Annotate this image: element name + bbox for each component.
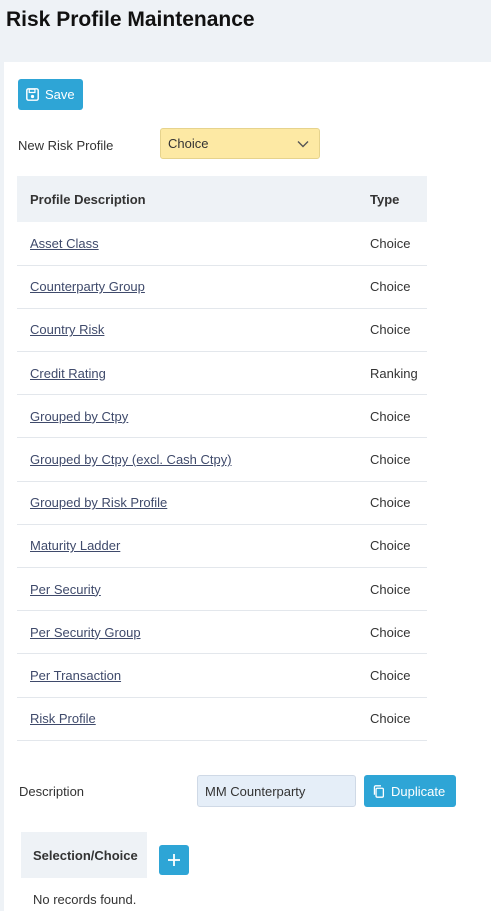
profile-type: Ranking [357,351,427,396]
page-title: Risk Profile Maintenance [6,8,255,31]
profile-type: Choice [357,653,427,698]
profile-type: Choice [357,697,427,741]
chevron-down-icon [297,141,309,148]
description-input[interactable] [197,775,356,807]
column-header-profile-description[interactable]: Profile Description [17,176,357,222]
profile-link[interactable]: Country Risk [30,322,104,337]
table-row: Risk Profile Choice [17,697,427,741]
save-button-label: Save [45,87,75,102]
profile-link[interactable]: Grouped by Ctpy [30,409,128,424]
profile-type: Choice [357,265,427,309]
table-row: Per Security Group Choice [17,610,427,655]
risk-profile-table: Profile Description Type Asset Class Cho… [17,176,427,741]
empty-message: No records found. [33,892,137,907]
profile-type: Choice [357,610,427,655]
profile-type: Choice [357,222,427,266]
profile-link[interactable]: Per Security [30,582,101,597]
save-button[interactable]: Save [18,79,83,110]
duplicate-button[interactable]: Duplicate [364,775,456,807]
table-row: Asset Class Choice [17,222,427,266]
profile-link[interactable]: Maturity Ladder [30,538,120,553]
description-label: Description [19,784,85,799]
profile-link[interactable]: Per Security Group [30,625,141,640]
new-risk-profile-select[interactable]: Choice [160,128,320,159]
profile-link[interactable]: Grouped by Risk Profile [30,495,167,510]
floppy-disk-icon [26,88,39,101]
add-selection-button[interactable] [159,845,189,875]
select-value: Choice [168,136,209,151]
table-row: Country Risk Choice [17,308,427,353]
profile-link[interactable]: Risk Profile [30,711,96,726]
profile-type: Choice [357,524,427,569]
column-header-type[interactable]: Type [357,176,427,222]
table-row: Counterparty Group Choice [17,265,427,309]
selection-choice-header: Selection/Choice [21,832,147,878]
duplicate-button-label: Duplicate [391,783,446,799]
table-header-row: Profile Description Type [17,176,427,222]
page-header: Risk Profile Maintenance [0,0,491,62]
profile-type: Choice [357,394,427,439]
table-row: Credit Rating Ranking [17,351,427,396]
plus-icon [168,854,180,866]
profile-link[interactable]: Per Transaction [30,668,121,683]
table-row: Grouped by Risk Profile Choice [17,481,427,525]
table-row: Grouped by Ctpy Choice [17,394,427,439]
profile-type: Choice [357,567,427,612]
table-row: Per Security Choice [17,567,427,612]
table-row: Grouped by Ctpy (excl. Cash Ctpy) Choice [17,437,427,482]
table-row: Per Transaction Choice [17,653,427,698]
profile-type: Choice [357,437,427,482]
profile-link[interactable]: Asset Class [30,236,99,251]
profile-link[interactable]: Counterparty Group [30,279,145,294]
copy-icon [373,784,385,798]
new-risk-profile-label: New Risk Profile [18,138,114,153]
profile-link[interactable]: Credit Rating [30,366,106,381]
table-row: Maturity Ladder Choice [17,524,427,569]
profile-type: Choice [357,481,427,525]
profile-type: Choice [357,308,427,353]
profile-link[interactable]: Grouped by Ctpy (excl. Cash Ctpy) [30,452,232,467]
